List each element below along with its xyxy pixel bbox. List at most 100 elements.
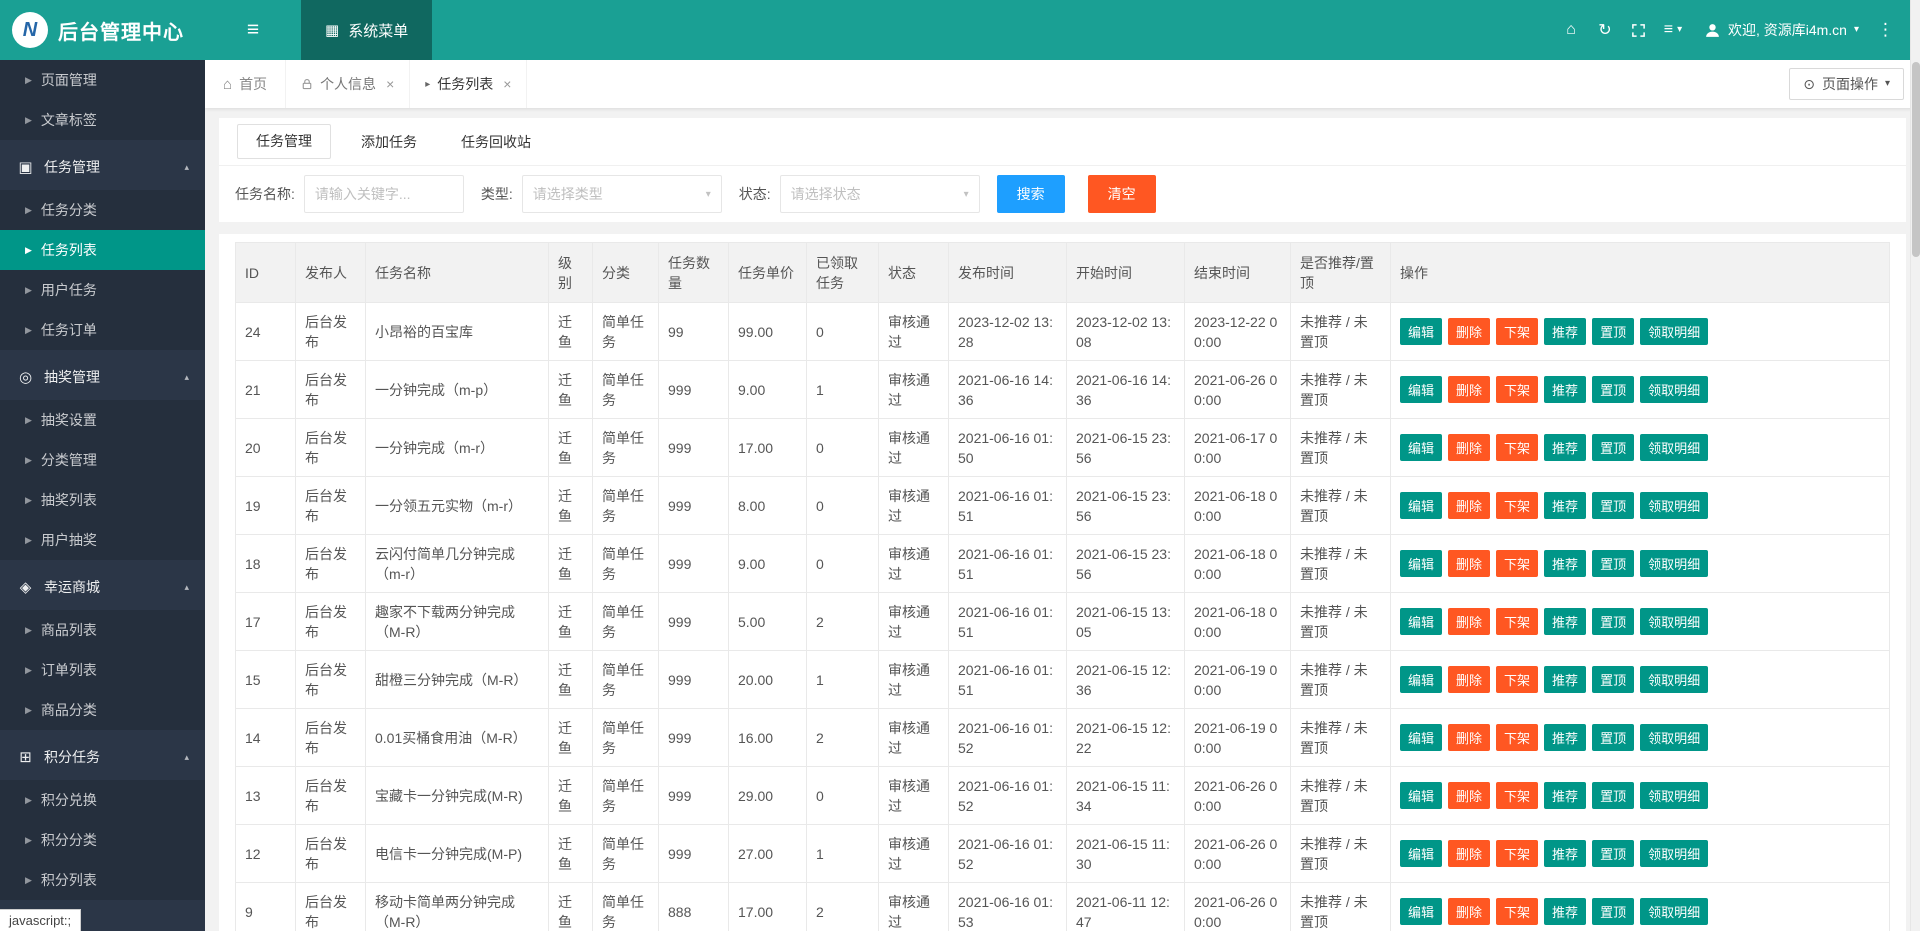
recommend-button[interactable]: 推荐 <box>1544 840 1586 867</box>
claim-detail-button[interactable]: 领取明细 <box>1640 376 1708 403</box>
recommend-button[interactable]: 推荐 <box>1544 492 1586 519</box>
recommend-button[interactable]: 推荐 <box>1544 318 1586 345</box>
sidebar-item-积分列表[interactable]: ▶积分列表 <box>0 860 205 900</box>
pin-top-button[interactable]: 置顶 <box>1592 782 1634 809</box>
page-scrollbar[interactable] <box>1910 0 1920 931</box>
claim-detail-button[interactable]: 领取明细 <box>1640 666 1708 693</box>
fullscreen-icon[interactable] <box>1622 0 1656 60</box>
sidebar-item-积分分类[interactable]: ▶积分分类 <box>0 820 205 860</box>
off-shelf-button[interactable]: 下架 <box>1496 666 1538 693</box>
off-shelf-button[interactable]: 下架 <box>1496 492 1538 519</box>
delete-button[interactable]: 删除 <box>1448 376 1490 403</box>
claim-detail-button[interactable]: 领取明细 <box>1640 492 1708 519</box>
sidebar-item-积分任务[interactable]: ⊞积分任务▴ <box>0 734 205 780</box>
search-button[interactable]: 搜索 <box>997 175 1065 213</box>
off-shelf-button[interactable]: 下架 <box>1496 840 1538 867</box>
sidebar-item-订单列表[interactable]: ▶订单列表 <box>0 650 205 690</box>
edit-button[interactable]: 编辑 <box>1400 492 1442 519</box>
edit-button[interactable]: 编辑 <box>1400 376 1442 403</box>
delete-button[interactable]: 删除 <box>1448 608 1490 635</box>
sidebar-item-商品分类[interactable]: ▶商品分类 <box>0 690 205 730</box>
sidebar-item-积分兑换[interactable]: ▶积分兑换 <box>0 780 205 820</box>
edit-button[interactable]: 编辑 <box>1400 782 1442 809</box>
pin-top-button[interactable]: 置顶 <box>1592 840 1634 867</box>
delete-button[interactable]: 删除 <box>1448 492 1490 519</box>
crumb-home-tab[interactable]: ⌂ 首页 <box>205 60 286 108</box>
tab-添加任务[interactable]: 添加任务 <box>339 118 439 166</box>
recommend-button[interactable]: 推荐 <box>1544 666 1586 693</box>
claim-detail-button[interactable]: 领取明细 <box>1640 724 1708 751</box>
pin-top-button[interactable]: 置顶 <box>1592 666 1634 693</box>
pin-top-button[interactable]: 置顶 <box>1592 434 1634 461</box>
recommend-button[interactable]: 推荐 <box>1544 608 1586 635</box>
sidebar-item-任务分类[interactable]: ▶任务分类 <box>0 190 205 230</box>
off-shelf-button[interactable]: 下架 <box>1496 724 1538 751</box>
sidebar-item-页面管理[interactable]: ▶页面管理 <box>0 60 205 100</box>
delete-button[interactable]: 删除 <box>1448 550 1490 577</box>
sidebar-item-分类管理[interactable]: ▶分类管理 <box>0 440 205 480</box>
crumb-tab-任务列表[interactable]: ▸任务列表× <box>410 60 527 108</box>
sidebar-item-用户抽奖[interactable]: ▶用户抽奖 <box>0 520 205 560</box>
pin-top-button[interactable]: 置顶 <box>1592 318 1634 345</box>
recommend-button[interactable]: 推荐 <box>1544 782 1586 809</box>
claim-detail-button[interactable]: 领取明细 <box>1640 608 1708 635</box>
claim-detail-button[interactable]: 领取明细 <box>1640 898 1708 925</box>
claim-detail-button[interactable]: 领取明细 <box>1640 840 1708 867</box>
sidebar-item-抽奖列表[interactable]: ▶抽奖列表 <box>0 480 205 520</box>
sidebar-item-任务管理[interactable]: ▣任务管理▴ <box>0 144 205 190</box>
off-shelf-button[interactable]: 下架 <box>1496 782 1538 809</box>
pin-top-button[interactable]: 置顶 <box>1592 898 1634 925</box>
claim-detail-button[interactable]: 领取明细 <box>1640 782 1708 809</box>
delete-button[interactable]: 删除 <box>1448 840 1490 867</box>
edit-button[interactable]: 编辑 <box>1400 666 1442 693</box>
off-shelf-button[interactable]: 下架 <box>1496 434 1538 461</box>
off-shelf-button[interactable]: 下架 <box>1496 318 1538 345</box>
pin-top-button[interactable]: 置顶 <box>1592 492 1634 519</box>
type-select[interactable]: 请选择类型 ▾ <box>522 175 722 213</box>
off-shelf-button[interactable]: 下架 <box>1496 608 1538 635</box>
status-select[interactable]: 请选择状态 ▾ <box>780 175 980 213</box>
sidebar-item-商品列表[interactable]: ▶商品列表 <box>0 610 205 650</box>
delete-button[interactable]: 删除 <box>1448 898 1490 925</box>
off-shelf-button[interactable]: 下架 <box>1496 376 1538 403</box>
tab-任务管理[interactable]: 任务管理 <box>237 124 331 159</box>
tab-任务回收站[interactable]: 任务回收站 <box>439 118 553 166</box>
pin-top-button[interactable]: 置顶 <box>1592 608 1634 635</box>
claim-detail-button[interactable]: 领取明细 <box>1640 550 1708 577</box>
sidebar-item-任务列表[interactable]: ▶任务列表 <box>0 230 205 270</box>
edit-button[interactable]: 编辑 <box>1400 550 1442 577</box>
sidebar-item-抽奖设置[interactable]: ▶抽奖设置 <box>0 400 205 440</box>
user-menu[interactable]: 欢迎, 资源库i4m.cn ▾ <box>1704 20 1859 40</box>
edit-button[interactable]: 编辑 <box>1400 898 1442 925</box>
off-shelf-button[interactable]: 下架 <box>1496 898 1538 925</box>
off-shelf-button[interactable]: 下架 <box>1496 550 1538 577</box>
delete-button[interactable]: 删除 <box>1448 724 1490 751</box>
scrollbar-thumb[interactable] <box>1912 62 1920 257</box>
clear-button[interactable]: 清空 <box>1088 175 1156 213</box>
claim-detail-button[interactable]: 领取明细 <box>1640 434 1708 461</box>
more-options-icon[interactable]: ⋮ <box>1869 20 1902 40</box>
crumb-tab-个人信息[interactable]: 个人信息× <box>286 60 410 108</box>
sidebar-collapse-button[interactable]: ≡ <box>205 0 301 60</box>
pin-top-button[interactable]: 置顶 <box>1592 550 1634 577</box>
edit-button[interactable]: 编辑 <box>1400 724 1442 751</box>
delete-button[interactable]: 删除 <box>1448 434 1490 461</box>
recommend-button[interactable]: 推荐 <box>1544 724 1586 751</box>
topnav-system-menu-tab[interactable]: ▦ 系统菜单 <box>301 0 432 60</box>
sidebar-item-用户任务[interactable]: ▶用户任务 <box>0 270 205 310</box>
refresh-icon[interactable]: ↻ <box>1588 0 1622 60</box>
recommend-button[interactable]: 推荐 <box>1544 550 1586 577</box>
edit-button[interactable]: 编辑 <box>1400 318 1442 345</box>
claim-detail-button[interactable]: 领取明细 <box>1640 318 1708 345</box>
delete-button[interactable]: 删除 <box>1448 318 1490 345</box>
pin-top-button[interactable]: 置顶 <box>1592 724 1634 751</box>
delete-button[interactable]: 删除 <box>1448 782 1490 809</box>
recommend-button[interactable]: 推荐 <box>1544 898 1586 925</box>
recommend-button[interactable]: 推荐 <box>1544 376 1586 403</box>
recommend-button[interactable]: 推荐 <box>1544 434 1586 461</box>
edit-button[interactable]: 编辑 <box>1400 434 1442 461</box>
nav-list-icon[interactable]: ≡▾ <box>1656 0 1690 60</box>
sidebar-item-任务订单[interactable]: ▶任务订单 <box>0 310 205 350</box>
close-tab-icon[interactable]: × <box>503 76 511 92</box>
sidebar-item-文章标签[interactable]: ▶文章标签 <box>0 100 205 140</box>
